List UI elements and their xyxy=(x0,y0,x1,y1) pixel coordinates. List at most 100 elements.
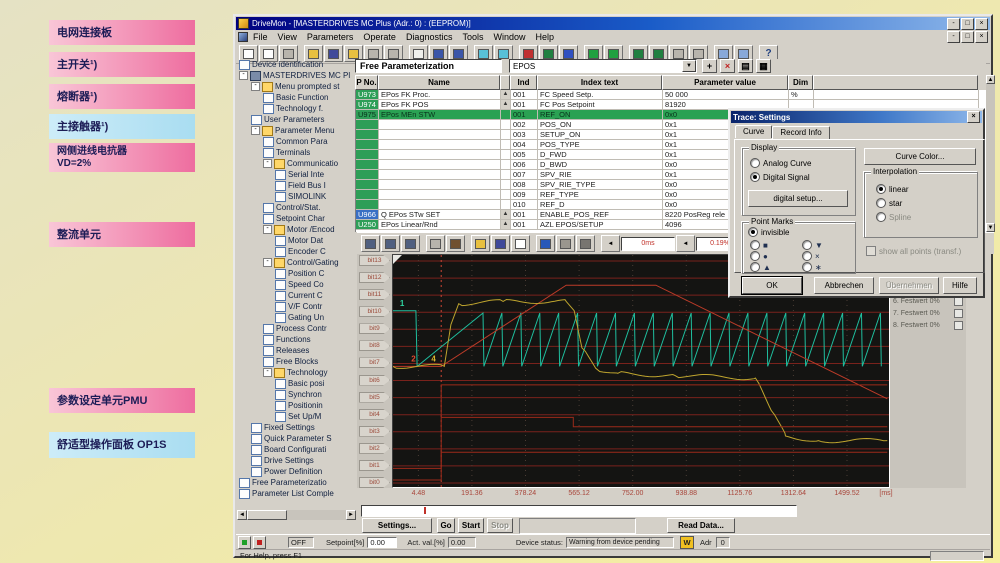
tree-item-technology[interactable]: -Technology xyxy=(237,367,356,378)
interp-radio-linear[interactable]: linear xyxy=(876,184,909,194)
cell-indextext[interactable]: POS_ON xyxy=(538,120,663,130)
zoom-xy-button[interactable] xyxy=(401,235,420,252)
cell-namebtn[interactable] xyxy=(501,200,511,210)
tab-curve[interactable]: Curve xyxy=(735,125,772,138)
cell-pno[interactable] xyxy=(356,190,379,200)
channel-tag-bit1[interactable]: bit1 xyxy=(359,460,390,471)
cell-ind[interactable]: 008 xyxy=(511,180,538,190)
tree-item-simolink[interactable]: SIMOLINK xyxy=(237,191,356,202)
snapshot-button[interactable] xyxy=(556,235,575,252)
amplitude-cursor-button[interactable]: ◄ xyxy=(676,235,695,252)
cell-pno[interactable] xyxy=(356,140,379,150)
print-button[interactable] xyxy=(576,235,595,252)
cell-pno[interactable] xyxy=(356,130,379,140)
cell-indextext[interactable]: D_BWD xyxy=(538,160,663,170)
point-mark-radio[interactable]: × xyxy=(802,251,820,261)
cell-name[interactable]: EPos FK POS xyxy=(379,100,501,110)
tree-item-motor-encod[interactable]: -Motor /Encod xyxy=(237,224,356,235)
menu-help[interactable]: Help xyxy=(531,32,560,42)
tree-item-current-c[interactable]: Current C xyxy=(237,290,356,301)
cell-namebtn[interactable] xyxy=(501,180,511,190)
tree-item-masterdrives-mc-pl[interactable]: -MASTERDRIVES MC Pl xyxy=(237,70,356,81)
cell-pno[interactable] xyxy=(356,180,379,190)
cell-namebtn[interactable] xyxy=(501,190,511,200)
start-button[interactable]: Start xyxy=(458,518,484,533)
tree-item-device-identification[interactable]: Device identification xyxy=(237,59,356,70)
tree-expander-icon[interactable]: - xyxy=(263,159,272,168)
tree-item-user-parameters[interactable]: User Parameters xyxy=(237,114,356,125)
cell-indextext[interactable]: REF_ON xyxy=(538,110,663,120)
save-button[interactable] xyxy=(491,235,510,252)
tree-item-communicatio[interactable]: -Communicatio xyxy=(237,158,356,169)
tree-item-common-para[interactable]: Common Para xyxy=(237,136,356,147)
tree-item-terminals[interactable]: Terminals xyxy=(237,147,356,158)
tree-item-basic-posi[interactable]: Basic posi xyxy=(237,378,356,389)
combo-dropdown-icon[interactable]: ▼ xyxy=(682,60,696,72)
tree-item-motor-dat[interactable]: Motor Dat xyxy=(237,235,356,246)
channel-tag-bit11[interactable]: bit11 xyxy=(359,289,390,300)
tree-expander-icon[interactable]: - xyxy=(263,225,272,234)
scroll-left-button[interactable]: ◄ xyxy=(237,510,247,520)
settings-button[interactable]: Settings... xyxy=(362,518,432,533)
cell-name[interactable] xyxy=(379,130,501,140)
minimize-button[interactable]: - xyxy=(947,18,960,30)
channel-tag-bit8[interactable]: bit8 xyxy=(359,340,390,351)
channel-tag-bit10[interactable]: bit10 xyxy=(359,306,390,317)
stop-led-button[interactable] xyxy=(253,536,266,549)
point-mark-radio[interactable]: ● xyxy=(750,251,768,261)
cell-namebtn[interactable] xyxy=(501,110,511,120)
digital-signal-radio[interactable]: Digital Signal xyxy=(750,172,810,182)
cell-namebtn[interactable] xyxy=(501,160,511,170)
maximize-button[interactable]: □ xyxy=(961,18,974,30)
scroll-thumb[interactable] xyxy=(247,510,287,520)
cell-name[interactable]: EPos FK Proc. xyxy=(379,90,501,100)
tree-item-functions[interactable]: Functions xyxy=(237,334,356,345)
run-led-button[interactable] xyxy=(238,536,251,549)
tree-expander-icon[interactable]: - xyxy=(239,71,248,80)
cell-pno[interactable]: U974 xyxy=(356,100,379,110)
cell-name[interactable] xyxy=(379,190,501,200)
tree-item-control-stat-[interactable]: Control/Stat. xyxy=(237,202,356,213)
channel-tag-bit6[interactable]: bit6 xyxy=(359,375,390,386)
tree-item-releases[interactable]: Releases xyxy=(237,345,356,356)
-bernehmen-button[interactable]: Übernehmen xyxy=(879,277,939,294)
time-value-field[interactable]: 0ms xyxy=(621,237,675,251)
cell-indextext[interactable]: REF_TYPE xyxy=(538,190,663,200)
table-row[interactable]: U973EPos FK Proc.▲001FC Speed Setp.50 00… xyxy=(356,90,987,100)
channel-tag-bit4[interactable]: bit4 xyxy=(359,409,390,420)
cell-name[interactable] xyxy=(379,180,501,190)
tree-expander-icon[interactable]: - xyxy=(251,126,260,135)
channel-tag-bit3[interactable]: bit3 xyxy=(359,426,390,437)
cell-ind[interactable]: 005 xyxy=(511,150,538,160)
time-cursor-button[interactable]: ◄ xyxy=(601,235,620,252)
tree-item-serial-inte[interactable]: Serial Inte xyxy=(237,169,356,180)
cell-indextext[interactable]: D_FWD xyxy=(538,150,663,160)
cell-name[interactable]: Q EPos STw SET xyxy=(379,210,501,220)
channel-list-item[interactable]: 7. Festwert 0% xyxy=(893,308,963,318)
cell-ind[interactable]: 001 xyxy=(511,210,538,220)
cell-indextext[interactable]: FC Speed Setp. xyxy=(538,90,663,100)
tree-item-synchron[interactable]: Synchron xyxy=(237,389,356,400)
cell-pno[interactable] xyxy=(356,200,379,210)
cell-name[interactable] xyxy=(379,200,501,210)
tree-item-fixed-settings[interactable]: Fixed Settings xyxy=(237,422,356,433)
cell-pno[interactable] xyxy=(356,150,379,160)
cell-namebtn[interactable] xyxy=(501,120,511,130)
cell-ind[interactable]: 003 xyxy=(511,130,538,140)
tree-item-menu-prompted-st[interactable]: -Menu prompted st xyxy=(237,81,356,92)
cell-indextext[interactable]: AZL EPOS/SETUP xyxy=(538,220,663,230)
cell-pno[interactable]: U973 xyxy=(356,90,379,100)
cell-indextext[interactable]: FC Pos Setpoint xyxy=(538,100,663,110)
cell-namebtn[interactable]: ▲ xyxy=(501,210,511,220)
cell-namebtn[interactable] xyxy=(501,130,511,140)
cell-pno[interactable]: U250 xyxy=(356,220,379,230)
channel-tag-bit7[interactable]: bit7 xyxy=(359,357,390,368)
cell-indextext[interactable]: ENABLE_POS_REF xyxy=(538,210,663,220)
cell-pno[interactable] xyxy=(356,160,379,170)
mdi-close-button[interactable]: × xyxy=(975,31,988,43)
sheet-view-button[interactable]: ▤ xyxy=(738,59,753,73)
delete-parameter-button[interactable]: × xyxy=(720,59,735,73)
scroll-down-button[interactable]: ▼ xyxy=(986,223,995,232)
cell-pno[interactable]: U966 xyxy=(356,210,379,220)
tree-item-positionin[interactable]: Positionin xyxy=(237,400,356,411)
